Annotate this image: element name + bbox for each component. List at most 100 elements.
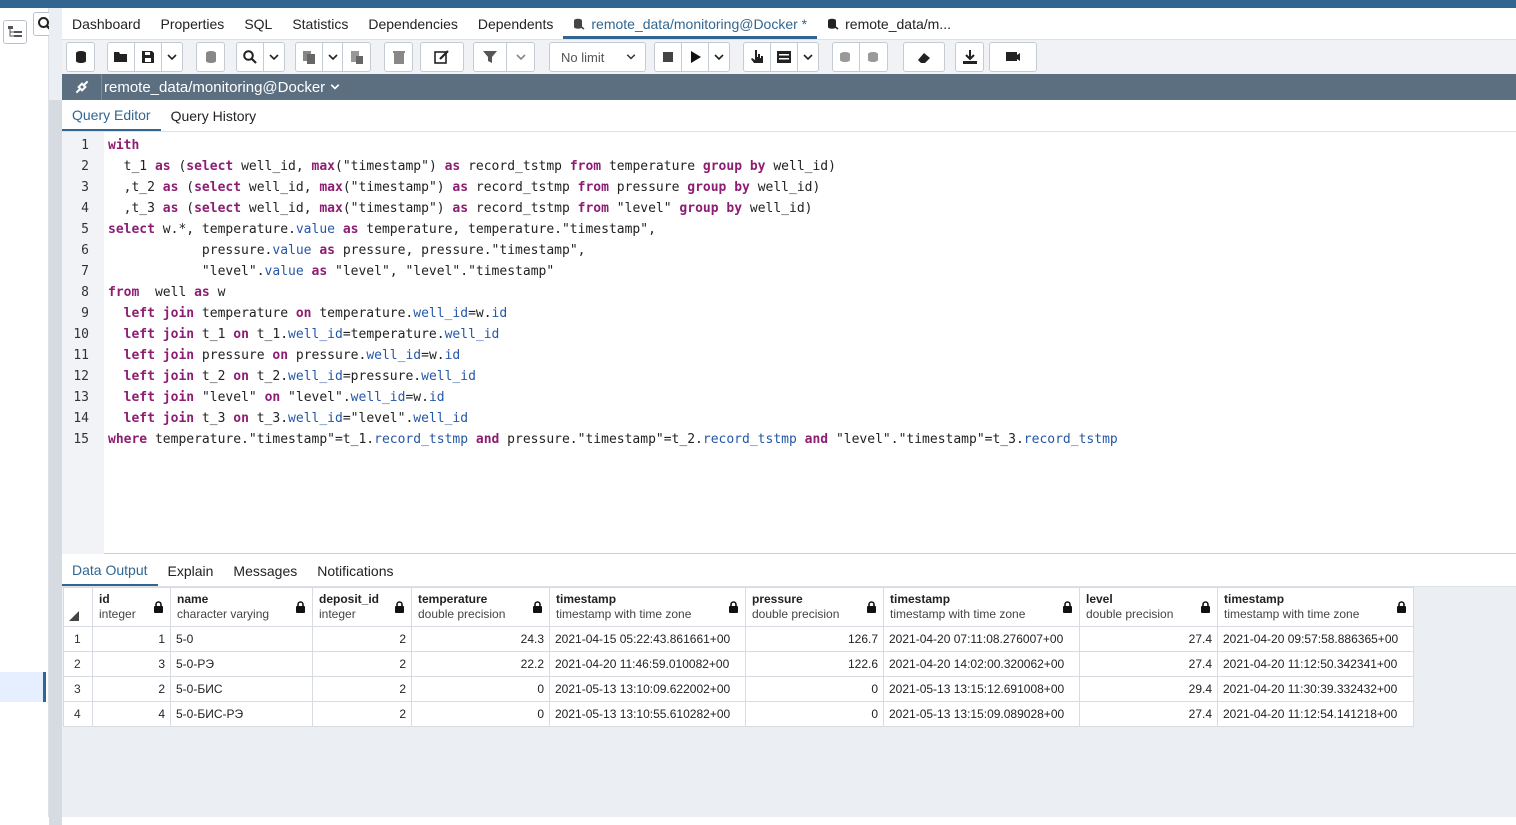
tab-sql[interactable]: SQL xyxy=(234,8,282,39)
execute-button[interactable] xyxy=(682,43,709,71)
table-cell[interactable]: 2021-04-20 14:02:00.320062+00 xyxy=(883,651,1080,677)
delete-button[interactable] xyxy=(384,42,413,72)
sql-editor[interactable]: 1 with 2 t_1 as (select well_id, max("time… xyxy=(62,132,1516,554)
filter-dropdown-button[interactable] xyxy=(507,43,534,71)
save-data-button[interactable] xyxy=(196,42,225,72)
rollback-button[interactable] xyxy=(860,43,887,71)
tab-properties[interactable]: Properties xyxy=(151,8,235,39)
table-cell[interactable]: 122.6 xyxy=(745,651,884,677)
table-cell[interactable]: 5-0-БИС xyxy=(170,676,313,702)
table-cell[interactable]: 2021-04-15 05:22:43.861661+00 xyxy=(549,626,746,652)
tab-explain[interactable]: Explain xyxy=(158,555,224,586)
copy-dropdown-button[interactable] xyxy=(323,43,343,71)
table-cell[interactable]: 2021-04-20 11:12:54.141218+00 xyxy=(1217,701,1414,727)
table-cell[interactable]: 5-0-БИС-РЭ xyxy=(170,701,313,727)
table-cell[interactable]: 2 xyxy=(312,626,412,652)
table-cell[interactable]: 2021-05-13 13:15:09.089028+00 xyxy=(883,701,1080,727)
table-cell[interactable]: 2021-04-20 11:30:39.332432+00 xyxy=(1217,676,1414,702)
table-cell[interactable]: 2 xyxy=(92,676,171,702)
table-row[interactable]: 3 2 5-0-БИС 2 0 2021-05-13 13:10:09.622002+00… xyxy=(63,676,1414,702)
select-all-corner[interactable] xyxy=(63,587,93,627)
commit-button[interactable] xyxy=(833,43,860,71)
column-header-id[interactable]: id integer xyxy=(92,587,171,627)
find-button[interactable] xyxy=(237,43,264,71)
column-header-timestamp[interactable]: timestamp timestamp with time zone xyxy=(549,587,746,627)
table-cell[interactable]: 2021-05-13 13:15:12.691008+00 xyxy=(883,676,1080,702)
table-row[interactable]: 1 1 5-0 2 24.3 2021-04-15 05:22:43.861661+00 1… xyxy=(63,626,1414,652)
explain-analyze-button[interactable] xyxy=(771,43,798,71)
connection-status-button[interactable] xyxy=(62,74,102,100)
connection-label[interactable]: remote_data/monitoring@Docker xyxy=(102,79,325,96)
row-number[interactable]: 2 xyxy=(63,651,93,677)
tab-dependencies[interactable]: Dependencies xyxy=(358,8,468,39)
table-cell[interactable]: 2021-04-20 07:11:08.276007+00 xyxy=(883,626,1080,652)
filter-button[interactable] xyxy=(474,43,507,71)
tab-messages[interactable]: Messages xyxy=(223,555,307,586)
selected-tree-node[interactable] xyxy=(0,672,46,702)
table-cell[interactable]: 5-0 xyxy=(170,626,313,652)
tab-query-tool-active[interactable]: remote_data/monitoring@Docker * xyxy=(563,8,818,39)
table-cell[interactable]: 29.4 xyxy=(1079,676,1218,702)
macros-button[interactable] xyxy=(990,43,1036,71)
table-cell[interactable]: 2 xyxy=(312,676,412,702)
tab-query-tool-2[interactable]: remote_data/m... xyxy=(817,8,961,39)
tab-notifications[interactable]: Notifications xyxy=(307,555,403,586)
column-header-name[interactable]: name character varying xyxy=(170,587,313,627)
table-cell[interactable]: 3 xyxy=(92,651,171,677)
table-cell[interactable]: 5-0-РЭ xyxy=(170,651,313,677)
row-number[interactable]: 4 xyxy=(63,701,93,727)
tab-query-editor[interactable]: Query Editor xyxy=(62,100,161,131)
table-cell[interactable]: 2 xyxy=(312,651,412,677)
column-header-pressure[interactable]: pressure double precision xyxy=(745,587,884,627)
table-cell[interactable]: 2021-05-13 13:10:09.622002+00 xyxy=(549,676,746,702)
chevron-down-icon[interactable] xyxy=(329,81,341,93)
table-cell[interactable]: 2021-04-20 11:12:50.342341+00 xyxy=(1217,651,1414,677)
table-cell[interactable]: 24.3 xyxy=(411,626,550,652)
tab-data-output[interactable]: Data Output xyxy=(62,555,158,586)
explain-button[interactable] xyxy=(744,43,771,71)
table-cell[interactable]: 27.4 xyxy=(1079,626,1218,652)
table-cell[interactable]: 2021-04-20 11:46:59.010082+00 xyxy=(549,651,746,677)
tab-statistics[interactable]: Statistics xyxy=(282,8,358,39)
pane-splitter[interactable] xyxy=(49,8,62,825)
table-row[interactable]: 4 4 5-0-БИС-РЭ 2 0 2021-05-13 13:10:55.610282… xyxy=(63,701,1414,727)
explain-dropdown-button[interactable] xyxy=(798,43,818,71)
download-button[interactable] xyxy=(955,42,984,72)
open-file-button[interactable] xyxy=(108,43,135,71)
table-cell[interactable]: 0 xyxy=(411,701,550,727)
scrollbar-thumb[interactable] xyxy=(49,100,62,825)
table-cell[interactable]: 27.4 xyxy=(1079,701,1218,727)
table-cell[interactable]: 0 xyxy=(745,701,884,727)
stop-button[interactable] xyxy=(655,43,682,71)
column-header-temperature[interactable]: temperature double precision xyxy=(411,587,550,627)
tab-dashboard[interactable]: Dashboard xyxy=(62,8,151,39)
row-limit-select[interactable]: No limit xyxy=(549,42,646,72)
table-row[interactable]: 2 3 5-0-РЭ 2 22.2 2021-04-20 11:46:59.010082+… xyxy=(63,651,1414,677)
tree-view-button[interactable] xyxy=(3,20,27,44)
column-header-timestamp[interactable]: timestamp timestamp with time zone xyxy=(883,587,1080,627)
paste-button[interactable] xyxy=(343,43,370,71)
execute-dropdown-button[interactable] xyxy=(709,43,729,71)
save-dropdown-button[interactable] xyxy=(162,43,182,71)
table-cell[interactable]: 0 xyxy=(745,676,884,702)
table-cell[interactable]: 126.7 xyxy=(745,626,884,652)
table-cell[interactable]: 22.2 xyxy=(411,651,550,677)
copy-button[interactable] xyxy=(296,43,323,71)
clear-button[interactable] xyxy=(904,43,944,71)
tab-query-history[interactable]: Query History xyxy=(161,100,267,131)
database-button[interactable] xyxy=(66,42,95,72)
table-cell[interactable]: 0 xyxy=(411,676,550,702)
table-cell[interactable]: 27.4 xyxy=(1079,651,1218,677)
table-cell[interactable]: 4 xyxy=(92,701,171,727)
table-cell[interactable]: 2021-04-20 09:57:58.886365+00 xyxy=(1217,626,1414,652)
column-header-timestamp[interactable]: timestamp timestamp with time zone xyxy=(1217,587,1414,627)
column-header-deposit_id[interactable]: deposit_id integer xyxy=(312,587,412,627)
save-button[interactable] xyxy=(135,43,162,71)
table-cell[interactable]: 2 xyxy=(312,701,412,727)
table-cell[interactable]: 1 xyxy=(92,626,171,652)
edit-button[interactable] xyxy=(421,43,463,71)
row-number[interactable]: 1 xyxy=(63,626,93,652)
column-header-level[interactable]: level double precision xyxy=(1079,587,1218,627)
find-dropdown-button[interactable] xyxy=(264,43,284,71)
tab-dependents[interactable]: Dependents xyxy=(468,8,564,39)
